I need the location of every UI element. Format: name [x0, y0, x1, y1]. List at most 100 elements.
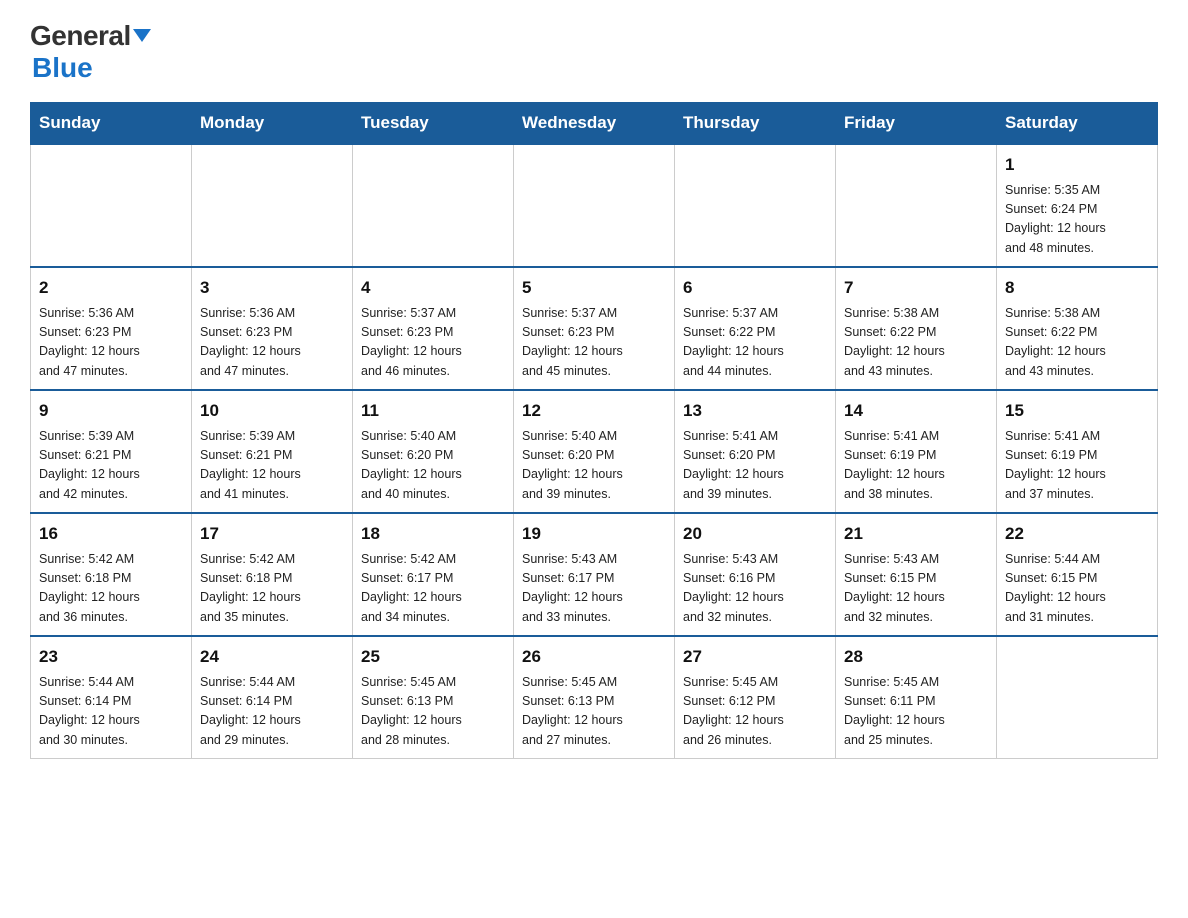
- day-info: Sunrise: 5:42 AM Sunset: 6:18 PM Dayligh…: [200, 550, 344, 628]
- day-info: Sunrise: 5:40 AM Sunset: 6:20 PM Dayligh…: [361, 427, 505, 505]
- day-info: Sunrise: 5:44 AM Sunset: 6:14 PM Dayligh…: [39, 673, 183, 751]
- day-info: Sunrise: 5:38 AM Sunset: 6:22 PM Dayligh…: [1005, 304, 1149, 382]
- weekday-header-monday: Monday: [192, 103, 353, 145]
- day-number: 23: [39, 644, 183, 670]
- page-header: General Blue: [30, 20, 1158, 84]
- day-number: 28: [844, 644, 988, 670]
- calendar-cell: [997, 636, 1158, 759]
- day-number: 24: [200, 644, 344, 670]
- day-info: Sunrise: 5:44 AM Sunset: 6:14 PM Dayligh…: [200, 673, 344, 751]
- calendar-cell: 16 Sunrise: 5:42 AM Sunset: 6:18 PM Dayli…: [31, 513, 192, 636]
- calendar-week-row: 23 Sunrise: 5:44 AM Sunset: 6:14 PM Dayli…: [31, 636, 1158, 759]
- day-number: 21: [844, 521, 988, 547]
- calendar-cell: 19 Sunrise: 5:43 AM Sunset: 6:17 PM Dayli…: [514, 513, 675, 636]
- calendar-week-row: 1 Sunrise: 5:35 AM Sunset: 6:24 PM Daylig…: [31, 144, 1158, 267]
- day-number: 16: [39, 521, 183, 547]
- day-info: Sunrise: 5:43 AM Sunset: 6:16 PM Dayligh…: [683, 550, 827, 628]
- day-number: 27: [683, 644, 827, 670]
- day-number: 12: [522, 398, 666, 424]
- day-info: Sunrise: 5:41 AM Sunset: 6:19 PM Dayligh…: [1005, 427, 1149, 505]
- day-number: 15: [1005, 398, 1149, 424]
- calendar-cell: [836, 144, 997, 267]
- logo-top: General: [30, 20, 151, 52]
- day-number: 8: [1005, 275, 1149, 301]
- calendar-cell: [675, 144, 836, 267]
- logo-triangle-icon: [133, 29, 151, 42]
- calendar-cell: 3Sunrise: 5:36 AM Sunset: 6:23 PM Daylig…: [192, 267, 353, 390]
- day-number: 18: [361, 521, 505, 547]
- calendar-week-row: 2Sunrise: 5:36 AM Sunset: 6:23 PM Daylig…: [31, 267, 1158, 390]
- calendar-cell: 8 Sunrise: 5:38 AM Sunset: 6:22 PM Daylig…: [997, 267, 1158, 390]
- day-number: 4: [361, 275, 505, 301]
- day-info: Sunrise: 5:39 AM Sunset: 6:21 PM Dayligh…: [200, 427, 344, 505]
- day-number: 7: [844, 275, 988, 301]
- calendar-cell: 2Sunrise: 5:36 AM Sunset: 6:23 PM Daylig…: [31, 267, 192, 390]
- weekday-header-saturday: Saturday: [997, 103, 1158, 145]
- day-info: Sunrise: 5:45 AM Sunset: 6:11 PM Dayligh…: [844, 673, 988, 751]
- calendar-table: SundayMondayTuesdayWednesdayThursdayFrid…: [30, 102, 1158, 759]
- day-info: Sunrise: 5:42 AM Sunset: 6:18 PM Dayligh…: [39, 550, 183, 628]
- calendar-cell: 27 Sunrise: 5:45 AM Sunset: 6:12 PM Dayli…: [675, 636, 836, 759]
- weekday-header-thursday: Thursday: [675, 103, 836, 145]
- weekday-header-sunday: Sunday: [31, 103, 192, 145]
- day-number: 19: [522, 521, 666, 547]
- day-info: Sunrise: 5:39 AM Sunset: 6:21 PM Dayligh…: [39, 427, 183, 505]
- logo-bottom: Blue: [32, 52, 93, 84]
- day-info: Sunrise: 5:37 AM Sunset: 6:23 PM Dayligh…: [361, 304, 505, 382]
- day-number: 3: [200, 275, 344, 301]
- day-info: Sunrise: 5:38 AM Sunset: 6:22 PM Dayligh…: [844, 304, 988, 382]
- calendar-cell: 7 Sunrise: 5:38 AM Sunset: 6:22 PM Daylig…: [836, 267, 997, 390]
- day-info: Sunrise: 5:42 AM Sunset: 6:17 PM Dayligh…: [361, 550, 505, 628]
- weekday-header-friday: Friday: [836, 103, 997, 145]
- calendar-cell: 21 Sunrise: 5:43 AM Sunset: 6:15 PM Dayli…: [836, 513, 997, 636]
- calendar-cell: 12Sunrise: 5:40 AM Sunset: 6:20 PM Dayli…: [514, 390, 675, 513]
- day-number: 20: [683, 521, 827, 547]
- calendar-header: SundayMondayTuesdayWednesdayThursdayFrid…: [31, 103, 1158, 145]
- day-number: 10: [200, 398, 344, 424]
- day-number: 1: [1005, 152, 1149, 178]
- weekday-header-tuesday: Tuesday: [353, 103, 514, 145]
- day-number: 11: [361, 398, 505, 424]
- day-info: Sunrise: 5:37 AM Sunset: 6:22 PM Dayligh…: [683, 304, 827, 382]
- calendar-cell: 13 Sunrise: 5:41 AM Sunset: 6:20 PM Dayli…: [675, 390, 836, 513]
- day-number: 17: [200, 521, 344, 547]
- day-info: Sunrise: 5:37 AM Sunset: 6:23 PM Dayligh…: [522, 304, 666, 382]
- day-number: 22: [1005, 521, 1149, 547]
- calendar-cell: 1 Sunrise: 5:35 AM Sunset: 6:24 PM Daylig…: [997, 144, 1158, 267]
- calendar-cell: 17 Sunrise: 5:42 AM Sunset: 6:18 PM Dayli…: [192, 513, 353, 636]
- day-info: Sunrise: 5:41 AM Sunset: 6:20 PM Dayligh…: [683, 427, 827, 505]
- day-info: Sunrise: 5:45 AM Sunset: 6:13 PM Dayligh…: [522, 673, 666, 751]
- day-info: Sunrise: 5:43 AM Sunset: 6:17 PM Dayligh…: [522, 550, 666, 628]
- calendar-cell: 6Sunrise: 5:37 AM Sunset: 6:22 PM Daylig…: [675, 267, 836, 390]
- weekday-header-row: SundayMondayTuesdayWednesdayThursdayFrid…: [31, 103, 1158, 145]
- calendar-body: 1 Sunrise: 5:35 AM Sunset: 6:24 PM Daylig…: [31, 144, 1158, 759]
- day-info: Sunrise: 5:35 AM Sunset: 6:24 PM Dayligh…: [1005, 181, 1149, 259]
- day-info: Sunrise: 5:43 AM Sunset: 6:15 PM Dayligh…: [844, 550, 988, 628]
- calendar-cell: 15 Sunrise: 5:41 AM Sunset: 6:19 PM Dayli…: [997, 390, 1158, 513]
- day-number: 25: [361, 644, 505, 670]
- day-info: Sunrise: 5:45 AM Sunset: 6:13 PM Dayligh…: [361, 673, 505, 751]
- calendar-cell: 26Sunrise: 5:45 AM Sunset: 6:13 PM Dayli…: [514, 636, 675, 759]
- day-number: 13: [683, 398, 827, 424]
- calendar-cell: 28 Sunrise: 5:45 AM Sunset: 6:11 PM Dayli…: [836, 636, 997, 759]
- calendar-cell: 22Sunrise: 5:44 AM Sunset: 6:15 PM Dayli…: [997, 513, 1158, 636]
- calendar-cell: 10 Sunrise: 5:39 AM Sunset: 6:21 PM Dayli…: [192, 390, 353, 513]
- calendar-cell: 5 Sunrise: 5:37 AM Sunset: 6:23 PM Daylig…: [514, 267, 675, 390]
- calendar-cell: 25 Sunrise: 5:45 AM Sunset: 6:13 PM Dayli…: [353, 636, 514, 759]
- calendar-cell: 24 Sunrise: 5:44 AM Sunset: 6:14 PM Dayli…: [192, 636, 353, 759]
- weekday-header-wednesday: Wednesday: [514, 103, 675, 145]
- day-number: 9: [39, 398, 183, 424]
- calendar-cell: 11 Sunrise: 5:40 AM Sunset: 6:20 PM Dayli…: [353, 390, 514, 513]
- calendar-cell: 4 Sunrise: 5:37 AM Sunset: 6:23 PM Daylig…: [353, 267, 514, 390]
- day-info: Sunrise: 5:45 AM Sunset: 6:12 PM Dayligh…: [683, 673, 827, 751]
- day-info: Sunrise: 5:36 AM Sunset: 6:23 PM Dayligh…: [39, 304, 183, 382]
- calendar-cell: [31, 144, 192, 267]
- calendar-cell: 9 Sunrise: 5:39 AM Sunset: 6:21 PM Daylig…: [31, 390, 192, 513]
- day-info: Sunrise: 5:41 AM Sunset: 6:19 PM Dayligh…: [844, 427, 988, 505]
- calendar-cell: [514, 144, 675, 267]
- calendar-week-row: 9 Sunrise: 5:39 AM Sunset: 6:21 PM Daylig…: [31, 390, 1158, 513]
- day-number: 5: [522, 275, 666, 301]
- calendar-cell: 18 Sunrise: 5:42 AM Sunset: 6:17 PM Dayli…: [353, 513, 514, 636]
- day-number: 14: [844, 398, 988, 424]
- calendar-cell: 23 Sunrise: 5:44 AM Sunset: 6:14 PM Dayli…: [31, 636, 192, 759]
